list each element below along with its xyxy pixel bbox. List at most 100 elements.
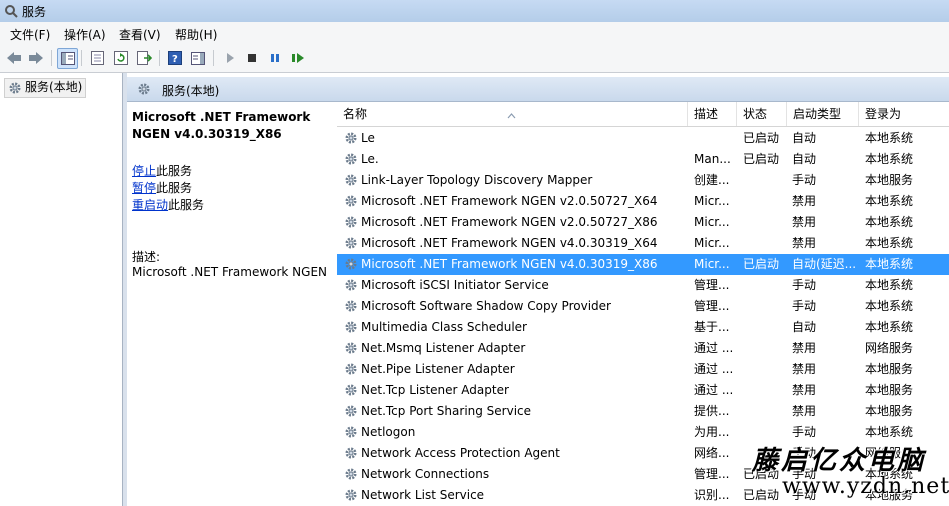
action-pane-icon[interactable] [188, 48, 208, 68]
service-row[interactable]: Microsoft .NET Framework NGEN v4.0.30319… [337, 254, 949, 275]
service-row[interactable]: Net.Msmq Listener Adapter 通过 ... 禁用 网络服务 [337, 338, 949, 359]
column-header-description[interactable]: 描述 [688, 102, 737, 126]
service-row[interactable]: Multimedia Class Scheduler 基于... 自动 本地系统 [337, 317, 949, 338]
menu-view[interactable]: 查看(V) [119, 26, 161, 43]
service-startup-cell: 手动 [792, 299, 817, 313]
service-row[interactable]: Link-Layer Topology Discovery Mapper 创建..… [337, 170, 949, 191]
service-name-cell: Network List Service [361, 488, 485, 502]
service-description-cell: 通过 ... [694, 383, 734, 397]
restart-action: 重启动此服务 [132, 197, 204, 214]
console-tree: 服务(本地) [0, 73, 123, 506]
service-logon-cell: 本地系统 [865, 299, 914, 313]
service-name-cell: Microsoft .NET Framework NGEN v4.0.30319… [361, 257, 658, 271]
service-status-cell: 已启动 [743, 131, 780, 145]
service-logon-cell: 本地服务 [865, 173, 914, 187]
restart-service-link[interactable]: 重启动 [132, 198, 168, 212]
service-logon-cell: 网络服务 [865, 341, 914, 355]
help-icon[interactable]: ? [165, 48, 185, 68]
back-icon[interactable] [4, 48, 24, 68]
service-logon-cell: 本地系统 [865, 215, 914, 229]
service-description-cell: Micr... [694, 194, 730, 208]
service-row[interactable]: Net.Tcp Port Sharing Service 提供... 禁用 本地服务 [337, 401, 949, 422]
toolbar-separator [213, 50, 214, 66]
service-row[interactable]: Le. Man... 已启动 自动 本地系统 [337, 149, 949, 170]
service-name-cell: Net.Msmq Listener Adapter [361, 341, 526, 355]
service-description-cell: 基于... [694, 320, 730, 334]
gear-icon [137, 82, 151, 99]
export-list-icon[interactable] [134, 48, 154, 68]
watermark-brand: 藤启亿众电脑 [752, 446, 927, 476]
service-name-cell: Link-Layer Topology Discovery Mapper [361, 173, 593, 187]
service-name-cell: Le [361, 131, 375, 145]
service-startup-cell: 禁用 [792, 341, 817, 355]
tree-item-services-local[interactable]: 服务(本地) [4, 78, 87, 98]
menu-action[interactable]: 操作(A) [64, 26, 106, 43]
service-row[interactable]: Net.Tcp Listener Adapter 通过 ... 禁用 本地服务 [337, 380, 949, 401]
service-logon-cell: 本地服务 [865, 404, 914, 418]
service-startup-cell: 禁用 [792, 383, 817, 397]
service-logon-cell: 本地服务 [865, 383, 914, 397]
menu-file[interactable]: 文件(F) [10, 26, 50, 43]
stop-suffix: 此服务 [156, 164, 193, 178]
service-row[interactable]: Microsoft .NET Framework NGEN v2.0.50727… [337, 212, 949, 233]
tree-item-label: 服务(本地) [25, 80, 83, 94]
service-description-cell: 创建... [694, 173, 730, 187]
column-header-name[interactable]: 名称 [337, 102, 688, 126]
service-status-cell: 已启动 [743, 257, 780, 271]
window-title: 服务 [22, 5, 47, 19]
pause-service-icon[interactable] [265, 48, 285, 68]
stop-service-icon[interactable] [242, 48, 262, 68]
column-status-label: 状态 [743, 107, 768, 121]
service-description-cell: Micr... [694, 215, 730, 229]
service-logon-cell: 本地系统 [865, 257, 914, 271]
column-header-logon-as[interactable]: 登录为 [859, 102, 949, 126]
service-name-cell: Netlogon [361, 425, 416, 439]
column-name-label: 名称 [343, 107, 368, 121]
service-description-cell: 通过 ... [694, 341, 734, 355]
service-row[interactable]: Le 已启动 自动 本地系统 [337, 128, 949, 149]
restart-service-icon[interactable] [288, 48, 308, 68]
service-description-cell: Micr... [694, 236, 730, 250]
selected-service-name: Microsoft .NET Framework NGEN v4.0.30319… [132, 110, 311, 141]
service-row[interactable]: Microsoft .NET Framework NGEN v2.0.50727… [337, 191, 949, 212]
service-name-cell: Net.Pipe Listener Adapter [361, 362, 515, 376]
service-row[interactable]: Microsoft iSCSI Initiator Service 管理... 手动… [337, 275, 949, 296]
service-name-cell: Le. [361, 152, 379, 166]
service-name-cell: Microsoft iSCSI Initiator Service [361, 278, 549, 292]
service-logon-cell: 本地系统 [865, 152, 914, 166]
column-header-status[interactable]: 状态 [737, 102, 787, 126]
description-label: 描述: [132, 250, 161, 264]
service-row[interactable]: Microsoft .NET Framework NGEN v4.0.30319… [337, 233, 949, 254]
service-name-cell: Multimedia Class Scheduler [361, 320, 527, 334]
service-description-cell: 网络... [694, 446, 730, 460]
service-startup-cell: 禁用 [792, 362, 817, 376]
forward-icon[interactable] [26, 48, 46, 68]
properties-icon[interactable] [87, 48, 107, 68]
services-app-icon [4, 4, 18, 21]
show-hide-tree-icon[interactable] [57, 48, 78, 69]
service-row[interactable]: Microsoft Software Shadow Copy Provider 管… [337, 296, 949, 317]
refresh-icon[interactable] [111, 48, 131, 68]
column-desc-label: 描述 [694, 107, 719, 121]
stop-service-link[interactable]: 停止 [132, 164, 156, 178]
service-startup-cell: 禁用 [792, 194, 817, 208]
column-header-startup-type[interactable]: 启动类型 [787, 102, 859, 126]
service-name-cell: Microsoft .NET Framework NGEN v2.0.50727… [361, 194, 658, 208]
service-logon-cell: 本地系统 [865, 131, 914, 145]
pause-service-link[interactable]: 暂停 [132, 181, 156, 195]
service-logon-cell: 本地服务 [865, 362, 914, 376]
service-startup-cell: 禁用 [792, 215, 817, 229]
stop-action: 停止此服务 [132, 163, 192, 180]
service-row[interactable]: Net.Pipe Listener Adapter 通过 ... 禁用 本地服务 [337, 359, 949, 380]
service-startup-cell: 自动 [792, 131, 817, 145]
service-description-cell: 识别... [694, 488, 730, 502]
service-name-cell: Microsoft .NET Framework NGEN v2.0.50727… [361, 215, 658, 229]
start-service-icon[interactable] [220, 48, 240, 68]
service-name-cell: Net.Tcp Port Sharing Service [361, 404, 532, 418]
service-gear-icon [344, 488, 358, 506]
service-name-cell: Net.Tcp Listener Adapter [361, 383, 509, 397]
service-status-cell: 已启动 [743, 152, 780, 166]
watermark-url: www.yzdn.net [782, 474, 949, 499]
menu-help[interactable]: 帮助(H) [175, 26, 217, 43]
toolbar-separator [159, 50, 160, 66]
